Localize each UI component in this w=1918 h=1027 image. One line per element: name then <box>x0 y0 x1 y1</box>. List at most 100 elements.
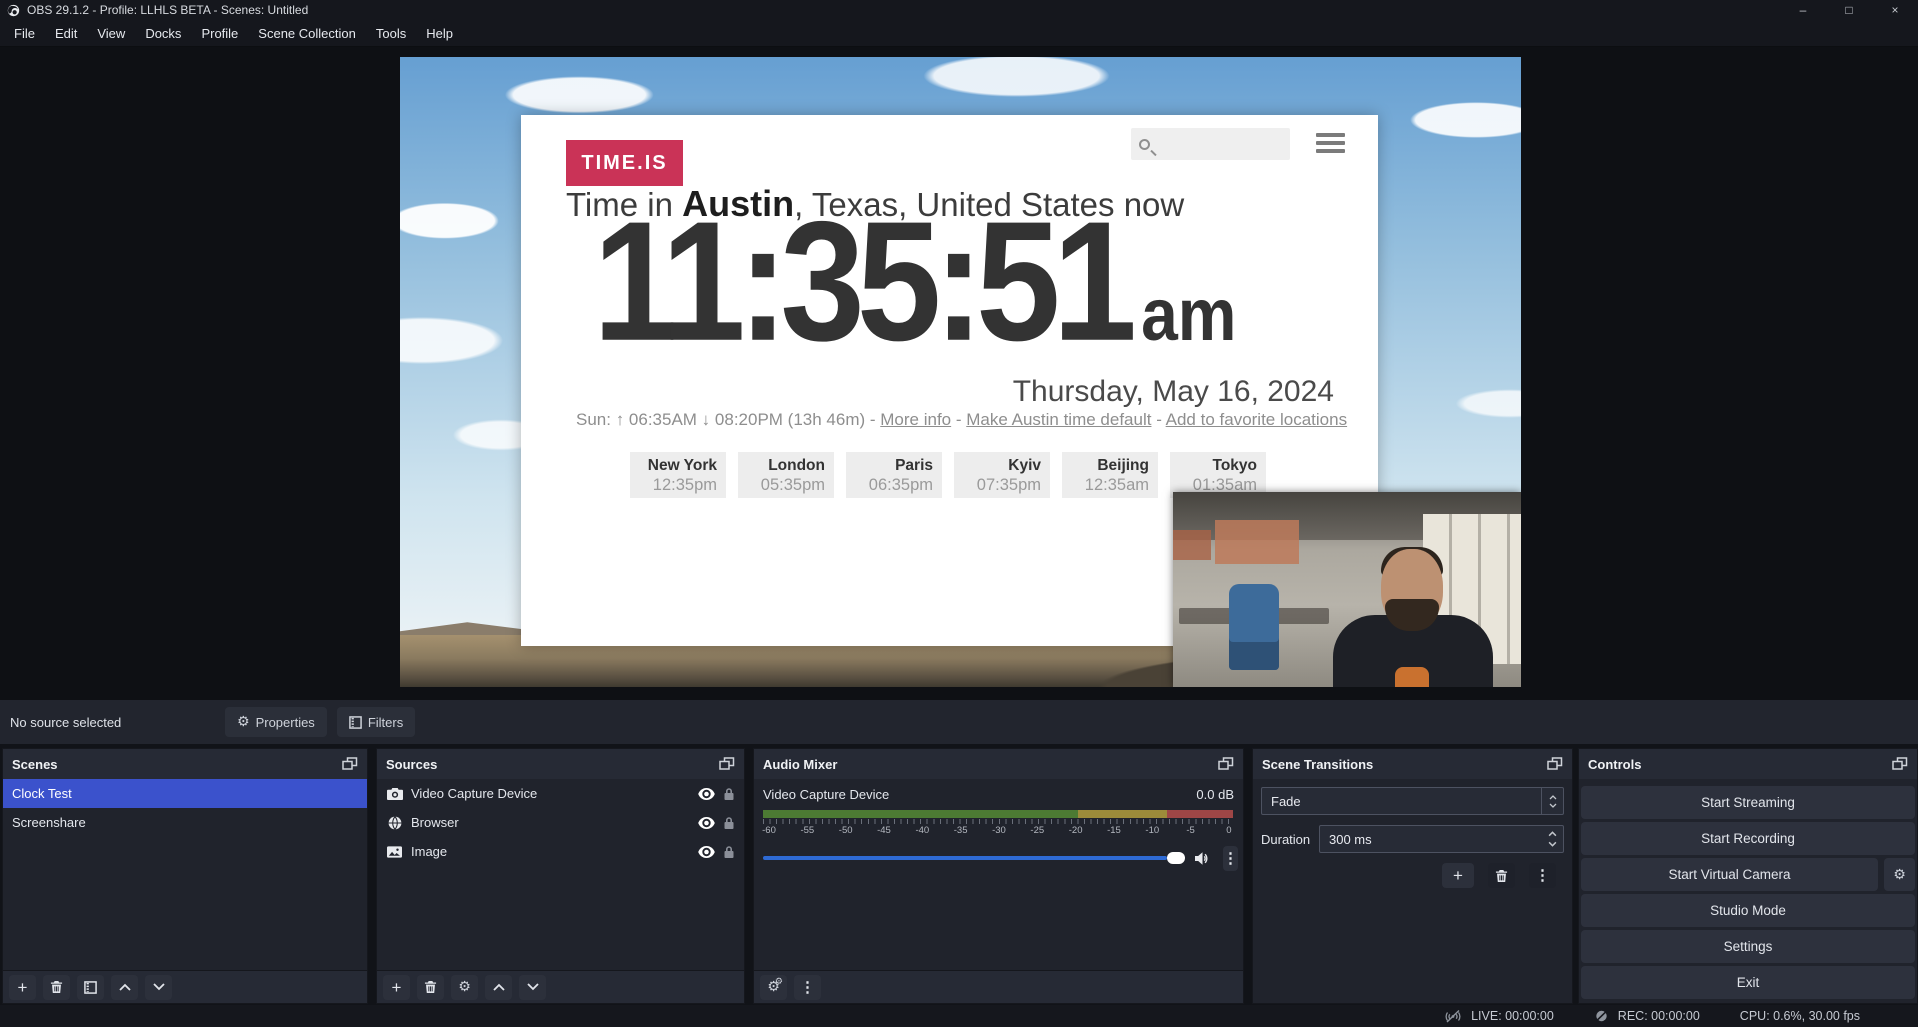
webcam-overlay[interactable] <box>1173 492 1521 687</box>
title-bar: OBS 29.1.2 - Profile: LLHLS BETA - Scene… <box>0 0 1918 20</box>
kebab-icon: ⋮ <box>800 980 815 995</box>
chevron-up-icon <box>1549 795 1557 800</box>
menu-docks[interactable]: Docks <box>135 22 191 45</box>
add-transition-button[interactable]: + <box>1442 863 1474 888</box>
studio-mode-button[interactable]: Studio Mode <box>1581 894 1915 927</box>
obs-logo-icon <box>7 4 20 17</box>
scene-transitions-panel: Scene Transitions Fade Duration 300 ms <box>1252 748 1573 1004</box>
lock-icon[interactable] <box>723 816 735 830</box>
start-recording-button[interactable]: Start Recording <box>1581 822 1915 855</box>
chevron-down-icon <box>1549 803 1557 808</box>
remove-transition-button[interactable] <box>1488 863 1515 888</box>
source-properties-button[interactable]: ⚙ <box>451 975 478 1000</box>
sources-title: Sources <box>386 757 437 772</box>
source-item-browser[interactable]: Browser <box>377 808 744 837</box>
lock-icon[interactable] <box>723 845 735 859</box>
source-status-text: No source selected <box>10 715 225 730</box>
clock-meridiem: am <box>1141 273 1236 356</box>
world-clock-beijing: Beijing12:35am <box>1062 452 1158 498</box>
filters-button[interactable]: Filters <box>337 707 415 737</box>
popout-icon[interactable] <box>719 757 735 771</box>
properties-button[interactable]: ⚙ Properties <box>225 707 327 737</box>
program-canvas[interactable]: TIME.IS Time in Austin, Texas, United St… <box>400 57 1521 687</box>
chevron-up-icon <box>493 983 505 991</box>
visibility-eye-icon[interactable] <box>698 788 715 800</box>
world-clock-kyiv: Kyiv07:35pm <box>954 452 1050 498</box>
chevron-down-icon <box>527 983 539 991</box>
status-bar: LIVE: 00:00:00 REC: 00:00:00 CPU: 0.6%, … <box>0 1005 1918 1027</box>
gear-icon: ⚙ <box>1893 868 1906 882</box>
trash-icon <box>1495 869 1508 883</box>
source-item-video-capture[interactable]: Video Capture Device <box>377 779 744 808</box>
scene-filters-button[interactable] <box>77 975 104 1000</box>
advanced-audio-button[interactable]: ⚙⚙ <box>760 975 787 1000</box>
menu-view[interactable]: View <box>87 22 135 45</box>
settings-button[interactable]: Settings <box>1581 930 1915 963</box>
scenes-panel: Scenes Clock Test Screenshare + <box>2 748 368 1004</box>
popout-icon[interactable] <box>1892 757 1908 771</box>
move-scene-up-button[interactable] <box>111 975 138 1000</box>
popout-icon[interactable] <box>342 757 358 771</box>
exit-button[interactable]: Exit <box>1581 966 1915 999</box>
filter-icon <box>349 716 362 729</box>
globe-icon <box>386 816 403 830</box>
record-disc-icon <box>1594 1009 1609 1023</box>
mixer-level-db: 0.0 dB <box>1196 787 1234 802</box>
chevron-up-icon <box>1548 831 1557 837</box>
visibility-eye-icon[interactable] <box>698 846 715 858</box>
search-icon <box>1139 139 1150 150</box>
filter-icon <box>84 981 97 994</box>
add-source-button[interactable]: + <box>383 975 410 1000</box>
webcam-person <box>1323 515 1503 687</box>
source-item-image[interactable]: Image <box>377 837 744 866</box>
mixer-channel-name: Video Capture Device <box>763 787 889 802</box>
volume-slider[interactable] <box>763 856 1167 860</box>
move-scene-down-button[interactable] <box>145 975 172 1000</box>
volume-slider-handle[interactable] <box>1167 852 1185 864</box>
menu-file[interactable]: File <box>4 22 45 45</box>
menu-profile[interactable]: Profile <box>191 22 248 45</box>
obs-window: OBS 29.1.2 - Profile: LLHLS BETA - Scene… <box>0 0 1918 1027</box>
start-streaming-button[interactable]: Start Streaming <box>1581 786 1915 819</box>
meter-scale: -60-55-50-45-40-35-30-25-20-15-10-50 <box>758 825 1240 836</box>
transition-select[interactable]: Fade <box>1261 787 1564 815</box>
menu-help[interactable]: Help <box>416 22 463 45</box>
menu-scene-collection[interactable]: Scene Collection <box>248 22 366 45</box>
add-scene-button[interactable]: + <box>9 975 36 1000</box>
chevron-down-icon <box>1548 841 1557 847</box>
minimize-button[interactable]: – <box>1780 0 1826 20</box>
timeis-clock: 11:35:51am <box>593 196 1236 366</box>
transitions-title: Scene Transitions <box>1262 757 1373 772</box>
timeis-sun-line: Sun: ↑ 06:35AM ↓ 08:20PM (13h 46m) - Mor… <box>576 410 1347 430</box>
start-virtual-camera-button[interactable]: Start Virtual Camera <box>1581 858 1878 891</box>
select-arrows[interactable] <box>1541 788 1563 814</box>
mixer-menu-button[interactable]: ⋮ <box>794 975 821 1000</box>
live-time: LIVE: 00:00:00 <box>1471 1009 1554 1023</box>
gear-icon: ⚙ <box>458 980 471 994</box>
chevron-up-icon <box>119 983 131 991</box>
remove-source-button[interactable] <box>417 975 444 1000</box>
close-button[interactable]: × <box>1872 0 1918 20</box>
make-default-link: Make Austin time default <box>966 410 1151 429</box>
transition-properties-button[interactable]: ⋮ <box>1529 863 1556 888</box>
maximize-button[interactable]: □ <box>1826 0 1872 20</box>
scene-item-screenshare[interactable]: Screenshare <box>3 808 367 837</box>
visibility-eye-icon[interactable] <box>698 817 715 829</box>
move-source-down-button[interactable] <box>519 975 546 1000</box>
popout-icon[interactable] <box>1218 757 1234 771</box>
menu-tools[interactable]: Tools <box>366 22 416 45</box>
preview-area: TIME.IS Time in Austin, Texas, United St… <box>0 47 1918 700</box>
remove-scene-button[interactable] <box>43 975 70 1000</box>
duration-spinner[interactable] <box>1541 826 1563 852</box>
mixer-options-button[interactable]: ⋮ <box>1223 846 1238 871</box>
popout-icon[interactable] <box>1547 757 1563 771</box>
menu-edit[interactable]: Edit <box>45 22 87 45</box>
duration-input[interactable]: 300 ms <box>1319 825 1564 853</box>
virtual-camera-settings-button[interactable]: ⚙ <box>1884 858 1915 891</box>
lock-icon[interactable] <box>723 787 735 801</box>
speaker-icon[interactable] <box>1195 852 1211 865</box>
kebab-icon: ⋮ <box>1223 851 1238 866</box>
scene-item-clock-test[interactable]: Clock Test <box>3 779 367 808</box>
move-source-up-button[interactable] <box>485 975 512 1000</box>
scenes-title: Scenes <box>12 757 58 772</box>
